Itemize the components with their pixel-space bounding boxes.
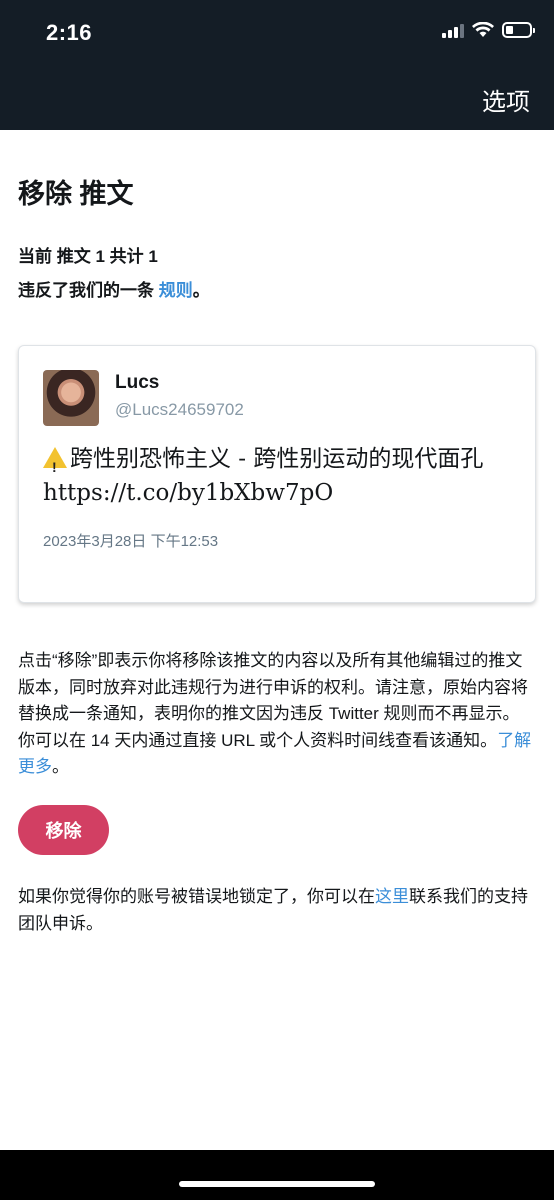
- violation-suffix: 。: [192, 281, 210, 300]
- avatar: [43, 370, 99, 426]
- bottom-bar: [0, 1150, 554, 1200]
- appeal-prefix: 如果你觉得你的账号被错误地锁定了，你可以在: [18, 887, 375, 906]
- signal-icon: [442, 22, 464, 38]
- tweet-timestamp: 2023年3月28日 下午12:53: [43, 533, 219, 550]
- tweet-author-handle: @Lucs24659702: [115, 400, 244, 419]
- remove-button[interactable]: 移除: [18, 805, 109, 855]
- violation-prefix: 违反了我们的一条: [18, 281, 159, 300]
- violation-text: 违反了我们的一条 规则。: [18, 276, 210, 301]
- status-icons: [442, 22, 535, 38]
- options-button[interactable]: 选项: [482, 82, 530, 117]
- status-time: 2:16: [46, 20, 93, 45]
- explanation-text: 点击“移除”即表示你将移除该推文的内容以及所有其他编辑过的推文版本，同时放弃对此…: [18, 651, 528, 750]
- appeal-link[interactable]: 这里: [375, 887, 409, 906]
- page-title: 移除 推文: [18, 179, 134, 209]
- tweet-card: Lucs @Lucs24659702 跨性别恐怖主义 - 跨性别运动的现代面孔 …: [18, 345, 536, 603]
- battery-icon: [502, 22, 535, 38]
- removal-explanation: 点击“移除”即表示你将移除该推文的内容以及所有其他编辑过的推文版本，同时放弃对此…: [18, 648, 536, 781]
- explanation-suffix: 。: [52, 757, 69, 776]
- rules-link[interactable]: 规则: [159, 281, 193, 300]
- warning-icon: [43, 447, 67, 484]
- home-indicator[interactable]: [179, 1181, 375, 1187]
- appeal-text: 如果你觉得你的账号被错误地锁定了，你可以在这里联系我们的支持团队申诉。: [18, 884, 536, 937]
- tweet-count: 当前 推文 1 共计 1: [18, 247, 158, 266]
- top-bar: 2:16 选项: [0, 0, 554, 130]
- tweet-body: 跨性别恐怖主义 - 跨性别运动的现代面孔 https://t.co/by1bXb…: [43, 446, 484, 506]
- tweet-text: 跨性别恐怖主义 - 跨性别运动的现代面孔 https://t.co/by1bXb…: [43, 442, 513, 510]
- tweet-author-name: Lucs: [115, 372, 160, 393]
- wifi-icon: [472, 22, 494, 37]
